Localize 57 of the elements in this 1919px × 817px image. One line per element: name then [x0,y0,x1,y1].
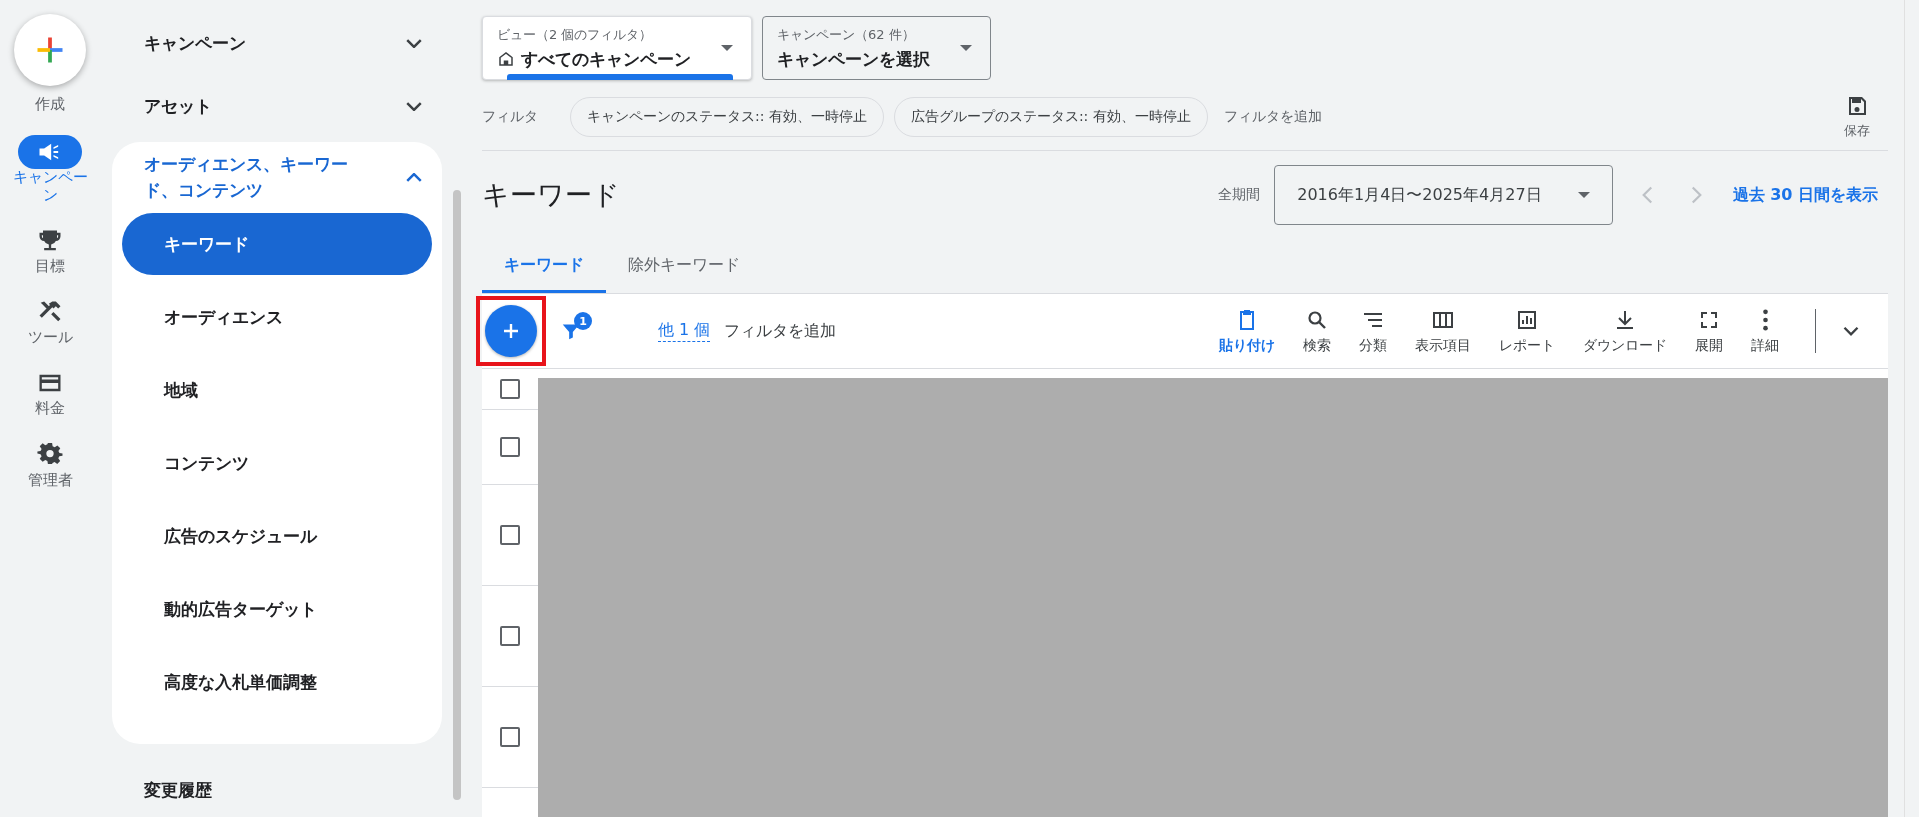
nav-item[interactable]: オーディエンス [122,286,432,349]
date-range-dropdown[interactable]: 2016年1月4日〜2025年4月27日 [1274,165,1613,225]
nav-item[interactable]: コンテンツ [122,432,432,495]
rail-item[interactable]: ツール [8,295,92,347]
row-checkbox[interactable] [500,626,520,646]
plus-icon [35,35,65,65]
toolbar-button[interactable]: 貼り付け [1205,303,1289,359]
dropdown-arrow-icon [721,45,733,51]
row-checkbox[interactable] [500,379,520,399]
toolbar-button[interactable]: レポート [1485,303,1569,359]
date-label: 全期間 [1218,186,1261,204]
create-button[interactable] [14,14,86,86]
row-checkbox[interactable] [500,525,520,545]
filter-count-badge: 1 [574,312,592,330]
nav-section[interactable]: アセット [112,75,442,139]
dropdown-arrow-icon [1577,192,1590,198]
chevron-down-icon [406,39,422,49]
toolbar-button[interactable]: 展開 [1681,303,1737,359]
nav-item[interactable]: 広告のスケジュール [122,505,432,568]
add-filter-link[interactable]: フィルタを追加 [1223,108,1322,126]
nav-item[interactable]: 地域 [122,359,432,422]
more-icon [1761,307,1769,332]
add-button[interactable] [485,305,537,357]
toolbar-button[interactable]: 詳細 [1737,303,1793,359]
row-checkbox[interactable] [500,437,520,457]
nav-item[interactable]: 高度な入札単価調整 [122,651,432,714]
toolbar-button[interactable]: 表示項目 [1401,303,1485,359]
view-dropdown[interactable]: ビュー（2 個のフィルタ） すべてのキャンペーン [482,16,752,80]
save-button[interactable]: 保存 [1842,90,1872,144]
filter-chip[interactable]: キャンペーンのステータス:: 有効、一時停止 [570,97,884,137]
page-title: キーワード [482,178,620,212]
last-30-days-link[interactable]: 過去 30 日間を表示 [1732,184,1878,206]
rail-item[interactable]: キャンペーン [8,135,92,204]
toolbar-button[interactable]: ダウンロード [1569,303,1681,359]
dropdown-arrow-icon [960,45,972,51]
row-checkbox[interactable] [500,727,520,747]
toolbar-button[interactable]: 検索 [1289,303,1345,359]
chevron-up-icon [406,173,422,183]
rail-item[interactable]: 管理者 [8,437,92,489]
home-icon [497,50,515,68]
nav-item[interactable]: キーワード [122,213,432,276]
toolbar-button[interactable]: 分類 [1345,303,1401,359]
filter-chip[interactable]: 広告グループのステータス:: 有効、一時停止 [893,97,1208,137]
more-filters-link[interactable]: 他 1 個 [658,320,711,342]
nav-section[interactable]: キャンペーン [112,12,442,76]
nav-item[interactable]: 動的広告ターゲット [122,578,432,641]
rail-item[interactable]: 目標 [8,223,92,275]
filter-label: フィルタ [482,108,538,126]
add-filter-link[interactable]: フィルタを追加 [724,320,837,342]
tab[interactable]: 除外キーワード [606,245,762,293]
create-label: 作成 [34,96,66,114]
nav-section[interactable]: オーディエンス、キーワード、コンテンツ [112,142,442,214]
chevron-down-icon [406,102,422,112]
filter-button[interactable]: 1 [560,314,594,348]
nav-item[interactable]: 変更履歴 [112,764,442,817]
rail-item[interactable]: 料金 [8,366,92,418]
campaign-dropdown[interactable]: キャンペーン（62 件） キャンペーンを選択 [762,16,991,80]
